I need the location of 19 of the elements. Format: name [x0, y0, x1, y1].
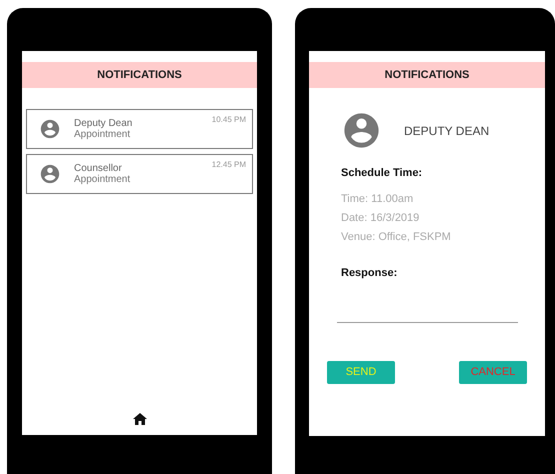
notification-card[interactable]: Deputy Dean Appointment 10.45 PM [26, 109, 253, 149]
schedule-detail: Time: 11.00am [341, 192, 414, 206]
section-heading: Response: [340, 266, 398, 280]
sender-name: DEPUTY DEAN [404, 122, 490, 140]
avatar-icon [39, 118, 61, 140]
time-text: 12.45 PM [212, 159, 246, 171]
header-title: NOTIFICATIONS [384, 68, 470, 83]
subject-text: Appointment [74, 174, 130, 185]
sender-name: Deputy Dean [74, 118, 132, 129]
section-heading: Schedule Time: [340, 166, 424, 181]
schedule-detail: Venue: Office, FSKPM [341, 230, 452, 244]
subject-text: Appointment [74, 129, 132, 140]
notification-card[interactable]: Counsellor Appointment 12.45 PM [26, 154, 253, 194]
sender-name: Counsellor [74, 163, 123, 174]
schedule-detail: Date: 16/3/2019 [341, 210, 420, 226]
time-text: 10.45 PM [212, 114, 246, 126]
header-title: NOTIFICATIONS [97, 68, 182, 83]
avatar-icon [39, 163, 61, 185]
home-icon[interactable] [132, 413, 146, 425]
